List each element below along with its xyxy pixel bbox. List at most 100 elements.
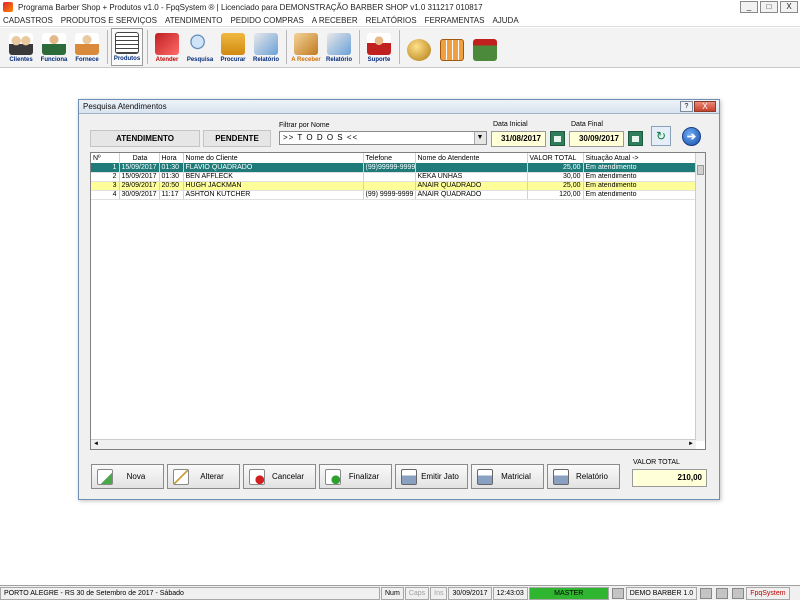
toolbar-calculator-button[interactable] xyxy=(436,28,468,66)
computer-icon xyxy=(611,587,624,599)
menu-relatorios[interactable]: RELATÓRIOS xyxy=(366,16,417,25)
toolbar-a-receber-button[interactable]: A Receber xyxy=(290,28,322,66)
close-button[interactable]: X xyxy=(780,1,798,13)
receivable-icon xyxy=(294,33,318,55)
cell-atendente: KEKA UNHAS xyxy=(415,172,528,182)
cell-valor: 25,00 xyxy=(527,181,584,191)
matricial-button[interactable]: Matricial xyxy=(471,464,544,489)
toolbar-fornece-button[interactable]: Fornece xyxy=(71,28,103,66)
edit-pencil-icon xyxy=(173,468,189,485)
calendar-end-icon[interactable] xyxy=(628,131,643,146)
col-header-cliente[interactable]: Nome do Cliente xyxy=(183,153,364,163)
cell-cliente: HUGH JACKMAN xyxy=(183,181,364,191)
menu-ferramentas[interactable]: FERRAMENTAS xyxy=(425,16,485,25)
toolbar-procurar-label: Procurar xyxy=(220,57,246,63)
finalizar-label: Finalizar xyxy=(348,472,380,481)
attend-icon xyxy=(155,33,179,55)
clients-icon xyxy=(9,33,33,55)
toolbar-funciona-button[interactable]: Funciona xyxy=(38,28,70,66)
window-title: Programa Barber Shop + Produtos v1.0 - F… xyxy=(18,2,483,12)
disk-icon xyxy=(700,587,713,599)
col-header-atendente[interactable]: Nome do Atendente xyxy=(415,153,528,163)
dialog-title-bar: Pesquisa Atendimentos ? X xyxy=(79,100,719,114)
cell-situacao: Em atendimento xyxy=(583,190,697,200)
menu-pedido-compras[interactable]: PEDIDO COMPRAS xyxy=(230,16,303,25)
table-row[interactable]: 2 15/09/2017 01:30 BEN AFFLECK KEKA UNHA… xyxy=(91,172,697,182)
scroll-right-icon[interactable]: ► xyxy=(688,441,694,447)
refresh-icon[interactable]: ↻ xyxy=(651,126,671,146)
coin-icon xyxy=(407,39,431,61)
col-header-hora[interactable]: Hora xyxy=(159,153,184,163)
col-header-telefone[interactable]: Telefone xyxy=(363,153,416,163)
maximize-button[interactable]: □ xyxy=(760,1,778,13)
calculator-icon xyxy=(440,39,464,61)
menu-ajuda[interactable]: AJUDA xyxy=(492,16,518,25)
cell-atendente: ANAIR QUADRADO xyxy=(415,181,528,191)
nova-label: Nova xyxy=(126,472,146,481)
col-header-valor[interactable]: VALOR TOTAL xyxy=(527,153,584,163)
toolbar-pesquisa-button[interactable]: Pesquisa xyxy=(184,28,216,66)
status-version: DEMO BARBER 1.0 xyxy=(625,586,698,600)
toolbar-relatorio-button[interactable]: Relatório xyxy=(250,28,282,66)
col-header-situacao[interactable]: Situação Atual -> xyxy=(583,153,697,163)
table-row[interactable]: 4 30/09/2017 11:17 ASHTON KUTCHER (99) 9… xyxy=(91,190,697,200)
chevron-down-icon[interactable]: ▼ xyxy=(474,132,486,144)
status-time: 12:43:03 xyxy=(492,586,528,600)
filter-value: >> T O D O S << xyxy=(283,133,359,142)
toolbar-suporte-button[interactable]: Suporte xyxy=(363,28,395,66)
horizontal-scrollbar[interactable]: ◄ ► xyxy=(91,439,696,449)
dialog-close-button[interactable]: X xyxy=(694,101,716,112)
table-row[interactable]: 1 15/09/2017 01:30 FLAVIO QUADRADO (99)9… xyxy=(91,163,697,173)
toolbar-a-receber-label: A Receber xyxy=(291,57,321,63)
alterar-button[interactable]: Alterar xyxy=(167,464,240,489)
vertical-scrollbar[interactable] xyxy=(695,153,705,441)
dialog-help-button[interactable]: ? xyxy=(680,101,693,112)
menu-produtos-servicos[interactable]: PRODUTOS E SERVIÇOS xyxy=(61,16,157,25)
toolbar-atender-button[interactable]: Atender xyxy=(151,28,183,66)
toolbar-relatorio-2-label: Relatório xyxy=(325,57,352,63)
toolbar-relatorio-2-button[interactable]: Relatório xyxy=(323,28,355,66)
products-icon xyxy=(115,32,139,54)
date-start-field[interactable]: 31/08/2017 xyxy=(491,131,546,147)
col-header-data[interactable]: Data xyxy=(119,153,160,163)
cell-num: 2 xyxy=(91,172,120,182)
cell-num: 3 xyxy=(91,181,120,191)
nova-button[interactable]: Nova xyxy=(91,464,164,489)
appointments-grid[interactable]: Nº Data Hora Nome do Cliente Telefone No… xyxy=(90,152,706,450)
app-icon xyxy=(3,2,13,12)
cell-telefone: (99)99999-9999 xyxy=(363,163,416,173)
toolbar-exit-button[interactable] xyxy=(469,28,501,66)
toolbar-separator xyxy=(147,30,148,64)
menu-cadastros[interactable]: CADASTROS xyxy=(3,16,53,25)
filter-label: Filtrar por Nome xyxy=(279,122,330,129)
minimize-button[interactable]: _ xyxy=(740,1,758,13)
col-header-num[interactable]: Nº xyxy=(91,153,120,163)
toolbar-clientes-button[interactable]: Clientes xyxy=(5,28,37,66)
toolbar-coin-button[interactable] xyxy=(403,28,435,66)
toolbar-procurar-button[interactable]: Procurar xyxy=(217,28,249,66)
cell-telefone xyxy=(363,181,416,191)
scrollbar-thumb[interactable] xyxy=(697,165,704,175)
cancelar-button[interactable]: Cancelar xyxy=(243,464,316,489)
cell-telefone: (99) 9999-9999 xyxy=(363,190,416,200)
calendar-start-icon[interactable] xyxy=(550,131,565,146)
toolbar-produtos-button[interactable]: Produtos xyxy=(111,28,143,66)
table-header-row: Nº Data Hora Nome do Cliente Telefone No… xyxy=(91,153,697,163)
dialog-controls: ? X xyxy=(680,101,716,112)
pendente-header: PENDENTE xyxy=(203,130,271,147)
scroll-left-icon[interactable]: ◄ xyxy=(93,441,99,447)
menu-a-receber[interactable]: A RECEBER xyxy=(312,16,358,25)
emitir-jato-button[interactable]: Emitir Jato xyxy=(395,464,468,489)
go-arrow-icon[interactable]: ➔ xyxy=(682,127,701,146)
relatorio-button[interactable]: Relatório xyxy=(547,464,620,489)
employee-icon xyxy=(42,33,66,55)
cell-data: 15/09/2017 xyxy=(119,172,160,182)
toolbar-separator xyxy=(107,30,108,64)
menu-atendimento[interactable]: ATENDIMENTO xyxy=(165,16,222,25)
finalizar-button[interactable]: Finalizar xyxy=(319,464,392,489)
filter-name-select[interactable]: >> T O D O S << ▼ xyxy=(279,131,487,145)
date-end-field[interactable]: 30/09/2017 xyxy=(569,131,624,147)
table-row[interactable]: 3 29/09/2017 20:50 HUGH JACKMAN ANAIR QU… xyxy=(91,181,697,191)
report-icon xyxy=(327,33,351,55)
menu-bar: CADASTROS PRODUTOS E SERVIÇOS ATENDIMENT… xyxy=(0,14,800,27)
